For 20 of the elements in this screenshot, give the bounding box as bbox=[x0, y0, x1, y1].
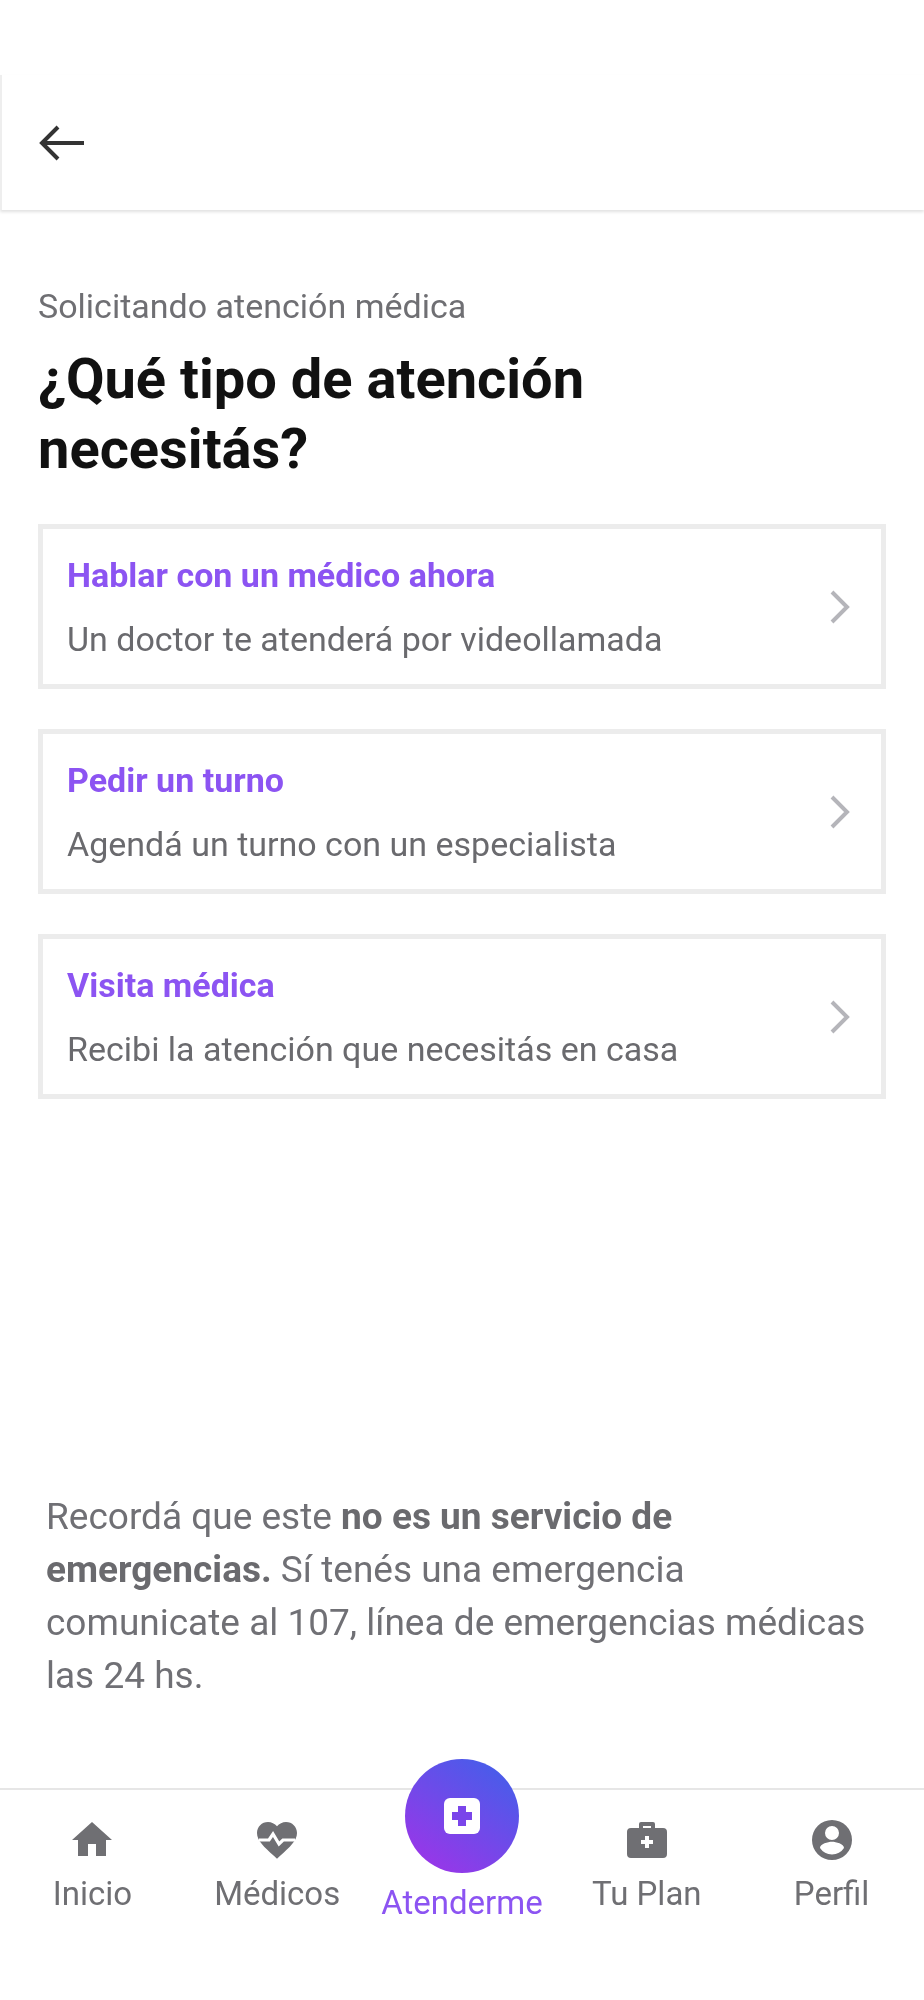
option-description: Recibi la atención que necesitás en casa bbox=[67, 1028, 680, 1069]
option-title: Pedir un turno bbox=[67, 759, 285, 800]
chevron-right-icon bbox=[829, 998, 851, 1035]
screen-subtitle: Solicitando atención médica bbox=[38, 286, 468, 326]
option-description: Agendá un turno con un especialista bbox=[67, 823, 618, 864]
option-description: Un doctor te atenderá por videollamada bbox=[67, 618, 664, 659]
option-title: Visita médica bbox=[67, 964, 276, 1005]
option-card[interactable]: Hablar con un médico ahora Un doctor te atenderá por videollamada bbox=[38, 524, 886, 689]
nav-tab[interactable]: Perfil bbox=[739, 1759, 924, 2000]
nav-tab[interactable]: Tu Plan bbox=[554, 1759, 740, 2000]
option-title: Hablar con un médico ahora bbox=[67, 554, 497, 595]
emergency-notice: Recordá que este no es un servicio de emergencias. Sí tenés una emergencia comunicate al 107, línea de emergencias médicas las 24 hs. bbox=[46, 1494, 867, 1699]
nav-tab[interactable]: Inicio bbox=[0, 1759, 185, 2000]
nav-tab[interactable]: Atenderme bbox=[369, 1759, 555, 2000]
screen-title: ¿Qué tipo de atención necesitás? bbox=[38, 345, 586, 484]
chevron-right-icon bbox=[829, 793, 851, 830]
nav-tab[interactable]: Médicos bbox=[184, 1759, 370, 2000]
option-card[interactable]: Visita médica Recibi la atención que necesitás en casa bbox=[38, 934, 886, 1099]
chevron-right-icon bbox=[829, 588, 851, 625]
option-card[interactable]: Pedir un turno Agendá un turno con un especialista bbox=[38, 729, 886, 894]
